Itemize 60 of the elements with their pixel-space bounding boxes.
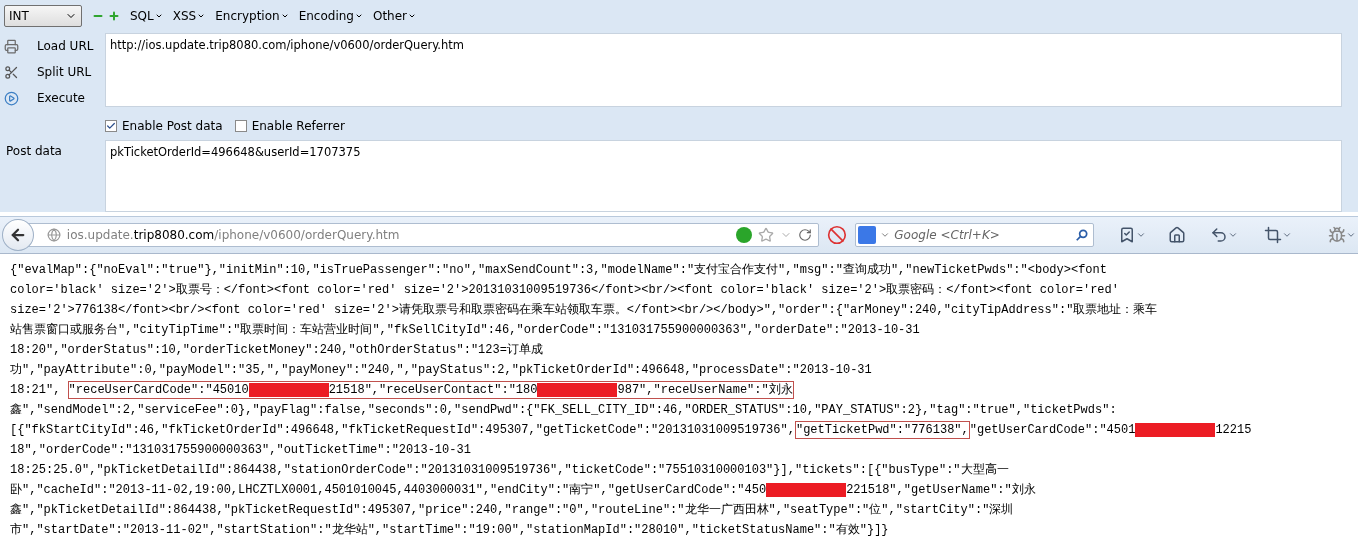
- response-text: 卧","cacheId":"2013-11-02,19:00,LHCZTLX0001,4501010045,4403000031","endCity":"南宁","getUserCardCode":"450: [10, 482, 767, 499]
- checkbox[interactable]: [105, 119, 117, 132]
- search-icon[interactable]: [1075, 228, 1089, 242]
- star-icon[interactable]: [758, 227, 775, 243]
- menu-item[interactable]: Other: [372, 8, 417, 23]
- response-text: 18:20","orderStatus":10,"orderTicketMoney":240,"othOrderStatus":"123=订单成: [10, 342, 543, 359]
- scissors-icon: [4, 64, 19, 80]
- block-icon[interactable]: [827, 225, 848, 245]
- caret-icon[interactable]: [1136, 230, 1146, 240]
- response-text: 鑫","pkTicketDetailId":864438,"pkTicketRequestId":495307,"price":240,"range":"0","routeLine":"龙华一广西田林","seatType":"位","startCity":"深圳: [10, 502, 1014, 519]
- response-text: size='2'>776138</font><br/><font color='red' size='2'>请凭取票号和取票密码在乘车站领取车票。</font><br/></body>","order":{"arMoney":240,"cityTipAddress":"取票地址：乘车: [10, 302, 1158, 319]
- response-text: 市","startDate":"2013-11-02","startStation":"龙华站","startTime":"19:00","stationMapId":"28010","ticketStatusName":"有效"}]}: [10, 522, 889, 539]
- plus-icon[interactable]: [108, 9, 120, 22]
- response-text: "getUserCardCode":"4501: [969, 422, 1136, 439]
- response-text: color='black' size='2'>取票号：</font><font color='red' size='2'>20131031009519736</font><br/><font color='black' size='2'>取票密码：</font><font color='red': [10, 282, 1119, 299]
- checkbox-option[interactable]: Enable Post data: [105, 118, 223, 133]
- caret-icon[interactable]: [1346, 230, 1356, 240]
- bookmark-icon[interactable]: [1118, 226, 1136, 244]
- response-text: 18","orderCode":"131031755900000363","outTicketTime":"2013-10-31: [10, 442, 471, 459]
- action-link[interactable]: Load URL: [37, 39, 94, 53]
- url-field[interactable]: http://ios.update.trip8080.com/iphone/v0600/orderQuery.htm: [105, 33, 1342, 107]
- type-select[interactable]: INT: [4, 4, 82, 27]
- response-text: "receUserCardCode":"45010: [68, 382, 249, 399]
- response-text: {"evalMap":{"noEval":"true"},"initMin":10,"isTruePassenger":"no","maxSendCount":3,"modelName":"支付宝合作支付","msg":"查询成功","newTicketPwds":"<body><font: [10, 262, 1107, 279]
- response-text: 18:21",: [10, 382, 62, 399]
- response-text: 221518","getUserName":"刘永: [846, 482, 1036, 499]
- checkbox-option[interactable]: Enable Referrer: [234, 118, 345, 133]
- action-link[interactable]: Split URL: [37, 65, 92, 79]
- response-text: 功","payAttribute":0,"payModel":"35,","payMoney":"240,","payStatus":2,"pkTicketOrderId":496648,"processDate":"2013-10-31: [10, 362, 872, 379]
- response-text: 987","receUserName":"刘永: [617, 382, 793, 399]
- response-text: 21518","receUserContact":"180: [328, 382, 538, 399]
- home-icon[interactable]: [1168, 226, 1186, 244]
- response-text: [{"fkStartCityId":46,"fkTicketOrderId":496648,"fkTicketRequestId":495307,"getTicketCode":"20131031009519736",: [10, 422, 795, 439]
- caret-icon[interactable]: [1228, 230, 1238, 240]
- globe-icon: [46, 228, 61, 242]
- search-field[interactable]: Google <Ctrl+K>: [855, 223, 1094, 247]
- search-engine-icon[interactable]: [858, 226, 877, 244]
- caret-icon[interactable]: [1282, 230, 1292, 240]
- play-icon: [4, 90, 19, 106]
- load-icon: [4, 38, 19, 54]
- menu-item[interactable]: Encryption: [215, 8, 289, 23]
- circle-icon[interactable]: [736, 227, 753, 243]
- response-text: "getTicketPwd":"776138",: [795, 422, 969, 439]
- menu-item[interactable]: Encoding: [298, 8, 363, 23]
- post-data-label: Post data: [5, 143, 63, 160]
- back-button[interactable]: [2, 219, 34, 251]
- crop-icon[interactable]: [1264, 226, 1282, 244]
- menu-item[interactable]: XSS: [172, 8, 206, 23]
- response-text: 12215: [1215, 422, 1252, 439]
- menu-item[interactable]: SQL: [130, 8, 163, 23]
- bug-icon[interactable]: [1328, 226, 1346, 244]
- action-link[interactable]: Execute: [37, 91, 85, 105]
- reload-icon[interactable]: [798, 228, 813, 242]
- response-text: 鑫","sendModel":2,"serviceFee":0},"payFlag":false,"seconds":0,"sendPwd":{"FK_SELL_CITY_ID":46,"ORDER_STATUS":10,"PAY_STATUS":2},"tag":"true","ticketPwds":: [10, 402, 1117, 419]
- checkbox[interactable]: [234, 119, 247, 132]
- caret-icon[interactable]: [880, 230, 891, 240]
- response-text: 18:25:25.0","pkTicketDetailId":864438,"stationOrderCode":"20131031009519736","ticketCode":"75510310000103"}],"tickets":[{"busType":"大型高一: [10, 462, 1009, 479]
- response-text: 站售票窗口或服务台","cityTipTime":"取票时间：车站营业时间","fkSellCityId":46,"orderCode":"131031755900000363","orderDate":"2013-10-31: [10, 322, 920, 339]
- post-data-field[interactable]: pkTicketOrderId=496648&userId=1707375: [105, 140, 1342, 212]
- undo-icon[interactable]: [1210, 226, 1228, 244]
